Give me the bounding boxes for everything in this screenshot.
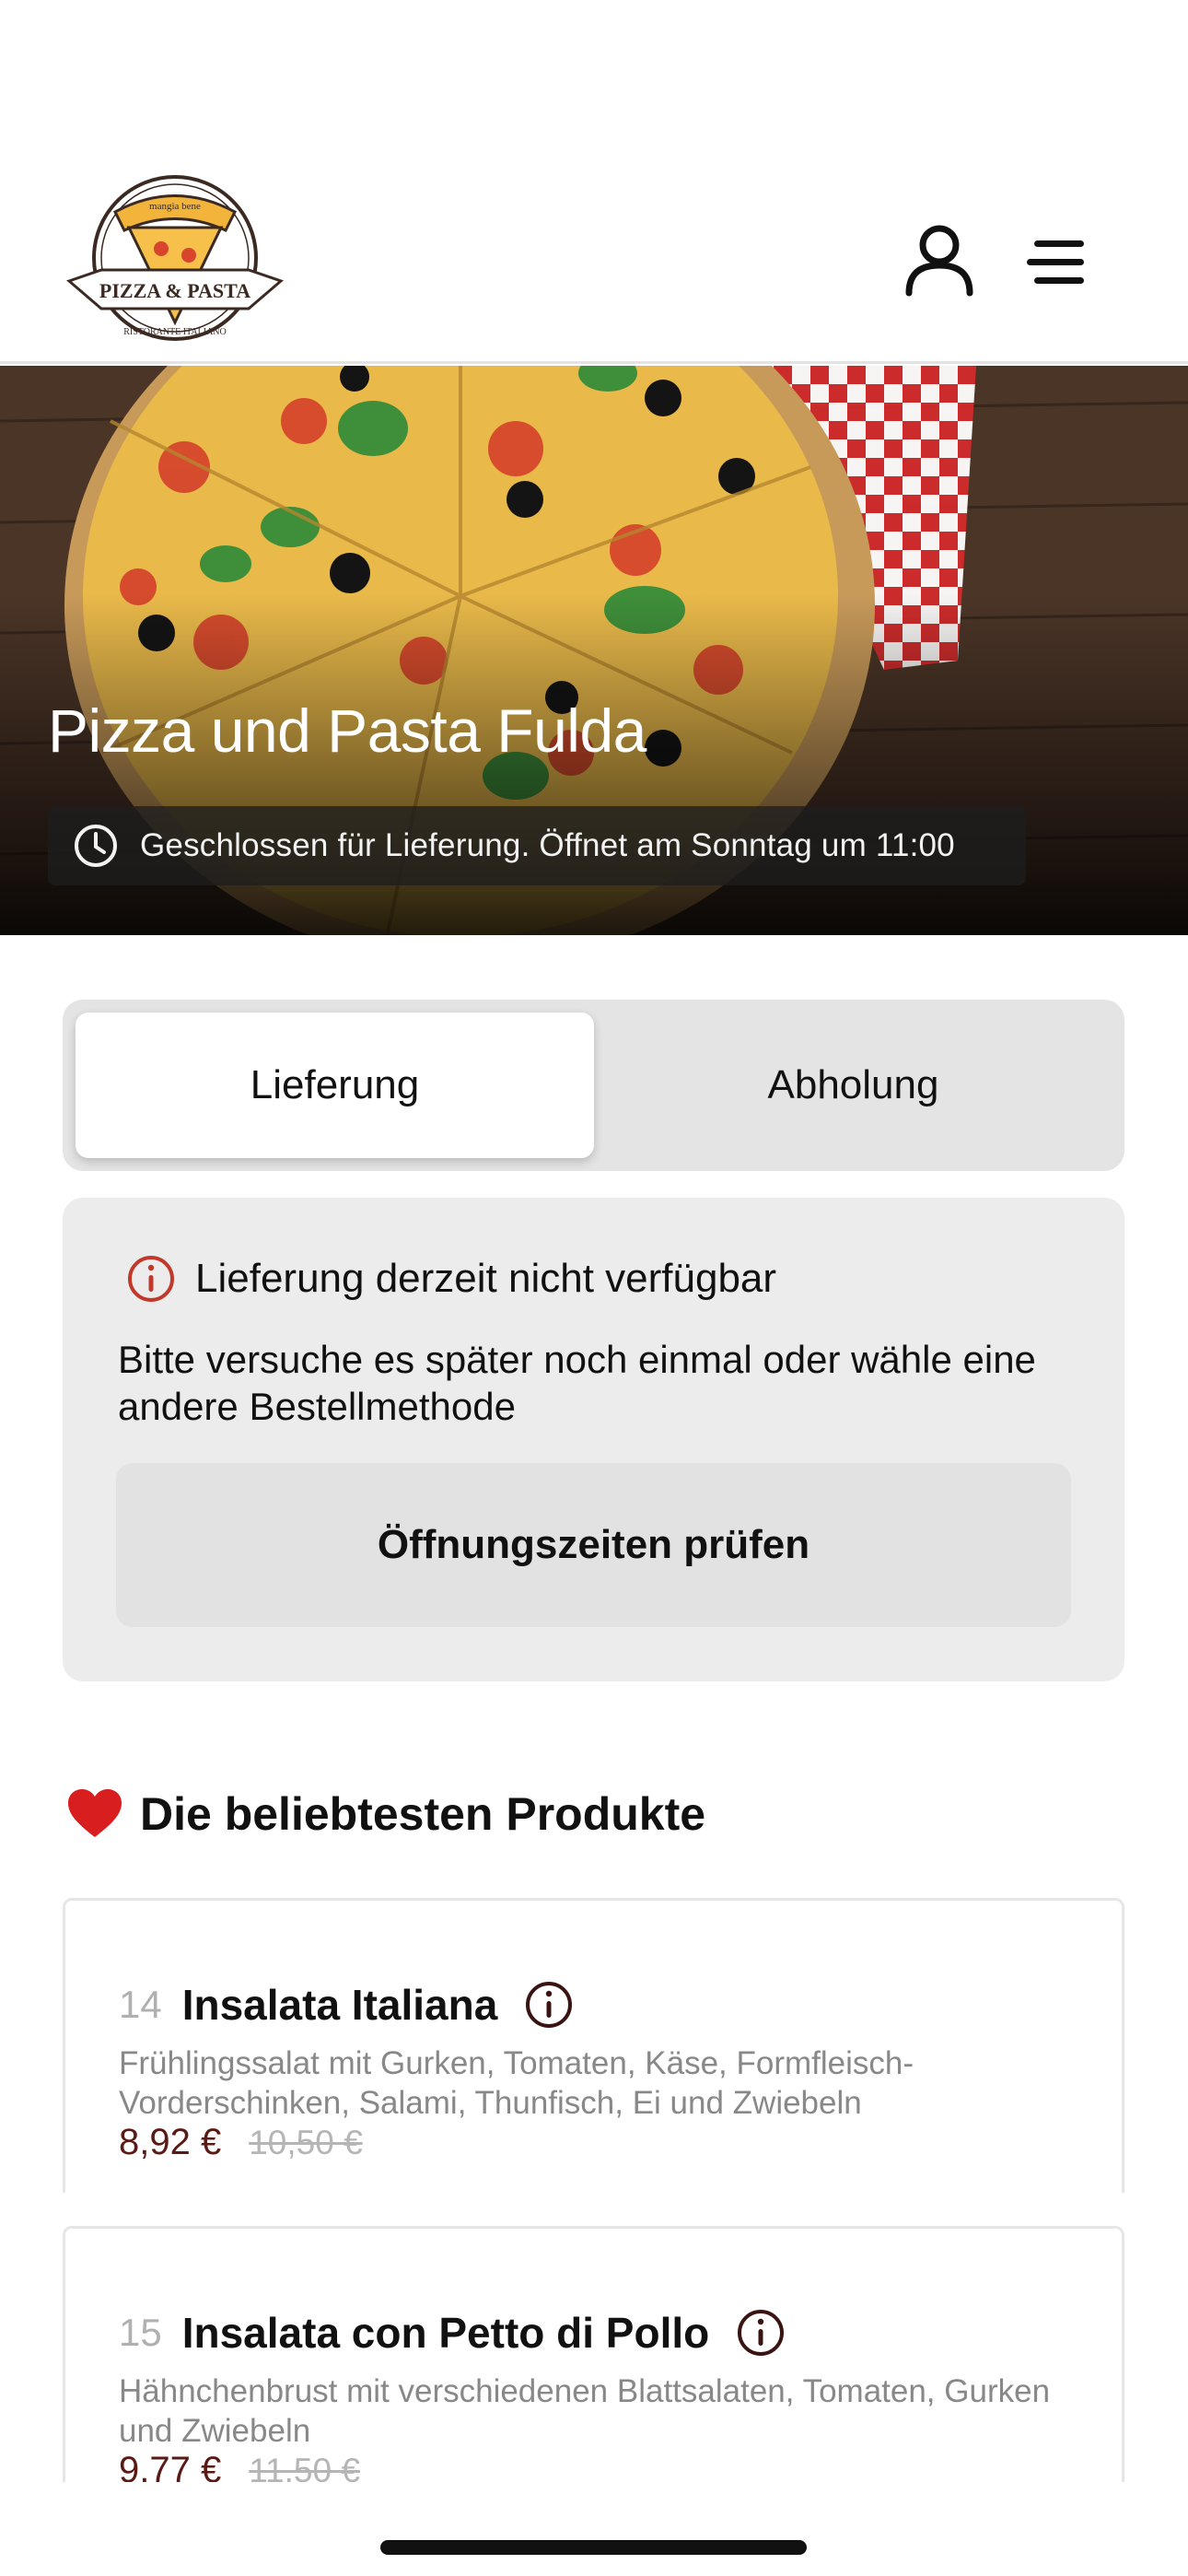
account-button[interactable] — [898, 221, 981, 304]
notice-header: Lieferung derzeit nicht verfügbar — [125, 1253, 776, 1305]
menu-button[interactable] — [1027, 235, 1101, 290]
info-circle-icon — [128, 1256, 174, 1302]
svg-text:PIZZA & PASTA: PIZZA & PASTA — [99, 279, 250, 302]
restaurant-name: Pizza und Pasta Fulda — [48, 697, 646, 765]
home-indicator[interactable] — [380, 2540, 807, 2555]
product-description: Frühlingssalat mit Gurken, Tomaten, Käse… — [119, 2045, 914, 2121]
notice-title: Lieferung derzeit nicht verfügbar — [195, 1256, 777, 1301]
clock-icon — [75, 825, 117, 867]
product-number: 14 — [119, 1983, 162, 2026]
tab-delivery[interactable]: Lieferung — [76, 1013, 594, 1158]
info-circle-icon[interactable] — [523, 1979, 575, 2031]
product-name: Insalata Italiana — [181, 1981, 498, 2029]
svg-text:mangia bene: mangia bene — [149, 201, 201, 212]
delivery-unavailable-notice: Lieferung derzeit nicht verfügbar Bitte … — [63, 1198, 1124, 1681]
opening-status-badge: Geschlossen für Lieferung. Öffnet am Son… — [48, 806, 1026, 885]
notice-message: Bitte versuche es später noch einmal ode… — [118, 1338, 1036, 1428]
product-description: Hähnchenbrust mit verschiedenen Blattsal… — [119, 2373, 1051, 2449]
product-card[interactable]: 14 Insalata Italiana Frühlingssalat mit … — [63, 1898, 1124, 2193]
tab-pickup[interactable]: Abholung — [594, 1013, 1112, 1158]
user-icon — [905, 225, 973, 297]
original-price: 10,50 € — [249, 2124, 363, 2161]
hamburger-menu-icon — [1027, 240, 1084, 284]
opening-status-text: Geschlossen für Lieferung. Öffnet am Son… — [140, 827, 955, 863]
hero-banner: Pizza und Pasta Fulda Geschlossen für Li… — [0, 366, 1188, 935]
current-price: 8,92 € — [119, 2122, 222, 2162]
popular-products-title: Die beliebtesten Produkte — [140, 1788, 706, 1840]
product-card[interactable]: 15 Insalata con Petto di Pollo Hähnchenb… — [63, 2226, 1124, 2490]
heart-icon — [68, 1789, 122, 1837]
info-circle-icon[interactable] — [735, 2307, 786, 2359]
product-header: 14 Insalata Italiana — [119, 1979, 575, 2031]
product-number: 15 — [119, 2311, 162, 2354]
check-opening-hours-button[interactable]: Öffnungszeiten prüfen — [116, 1463, 1071, 1627]
bottom-safe-area — [0, 2482, 1188, 2576]
svg-text:RISTORANTE ITALIANO: RISTORANTE ITALIANO — [123, 327, 227, 337]
product-name: Insalata con Petto di Pollo — [181, 2309, 710, 2357]
popular-products-heading: Die beliebtesten Produkte — [66, 1787, 705, 1841]
app-header: PIZZA & PASTA mangia bene RISTORANTE ITA… — [0, 0, 1188, 364]
product-price: 8,92 € 10,50 € — [119, 2122, 363, 2163]
order-mode-toggle: Lieferung Abholung — [63, 1000, 1124, 1171]
product-header: 15 Insalata con Petto di Pollo — [119, 2307, 786, 2359]
restaurant-logo[interactable]: PIZZA & PASTA mangia bene RISTORANTE ITA… — [64, 170, 285, 350]
